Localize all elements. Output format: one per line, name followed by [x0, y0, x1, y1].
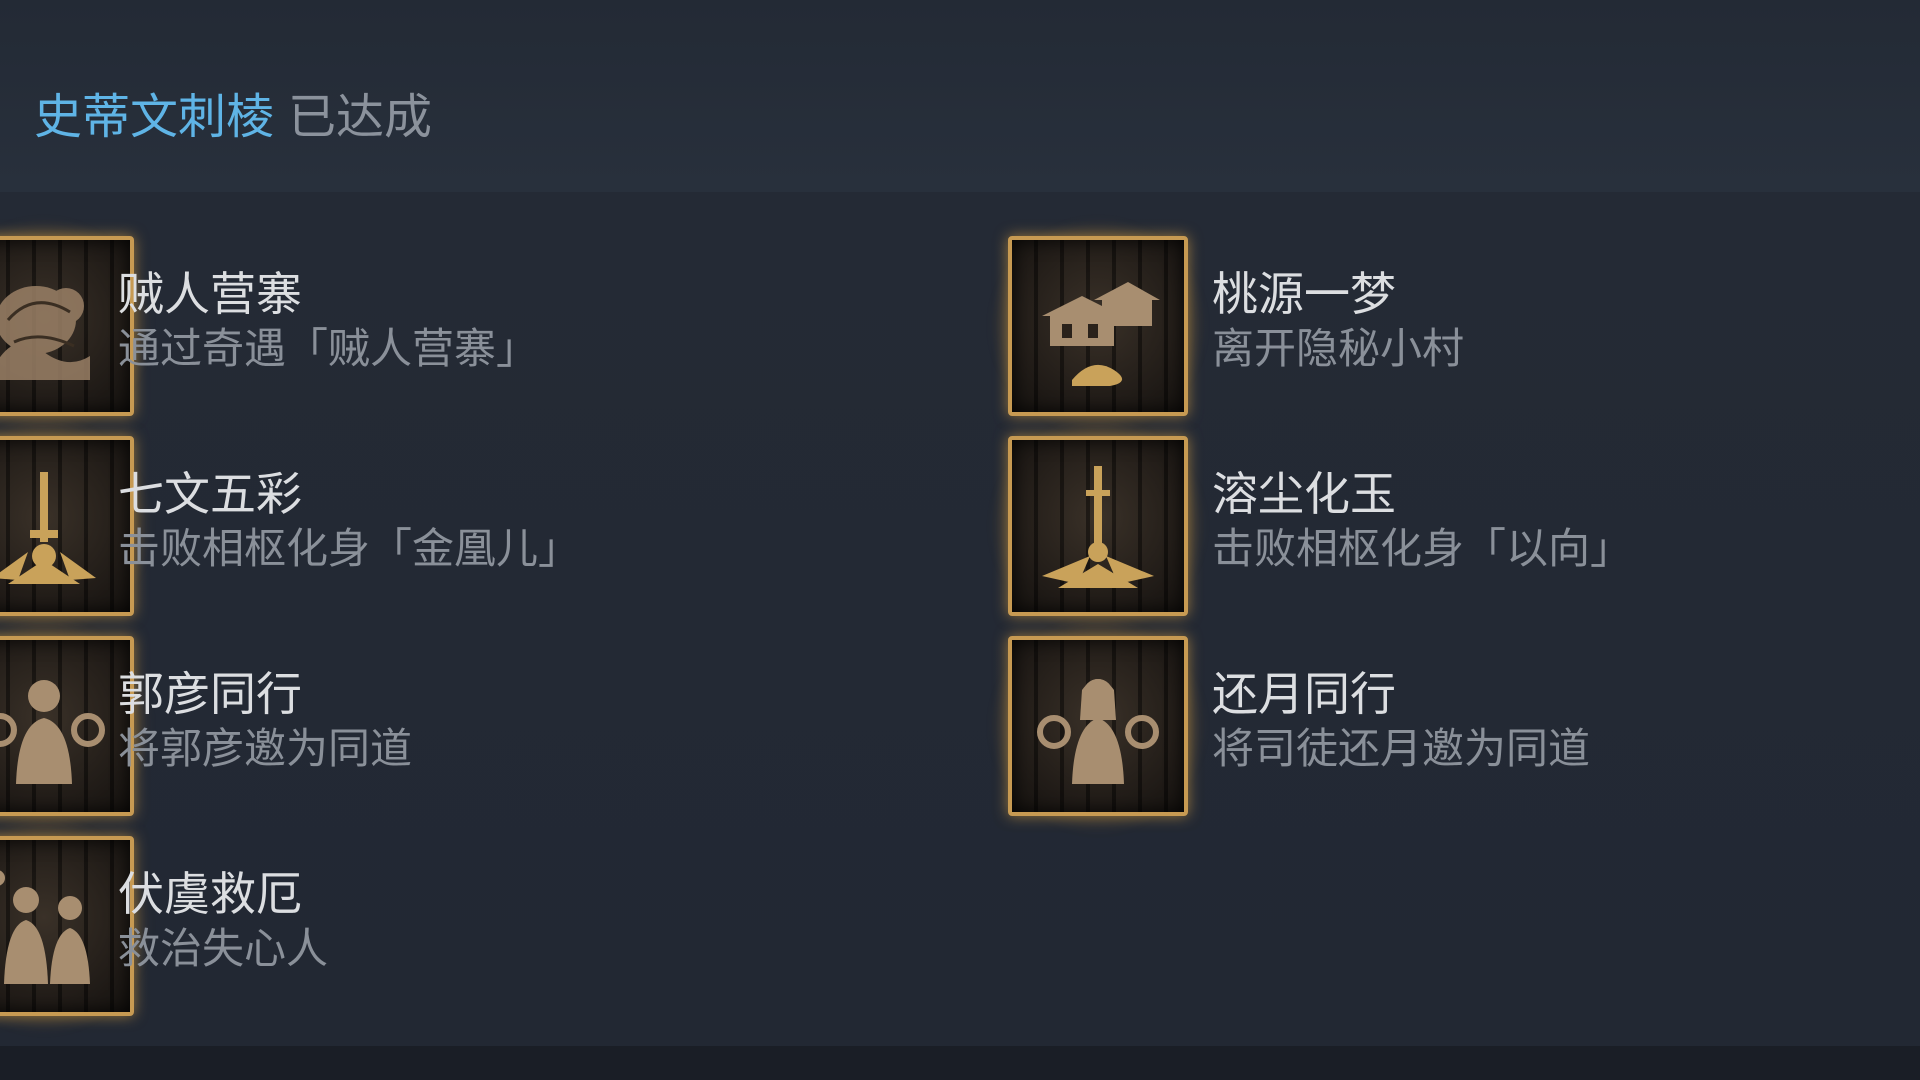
achievement-item[interactable]: 七文五彩 击败相枢化身「金凰儿」	[0, 410, 674, 642]
achievement-title: 七文五彩	[118, 467, 302, 521]
achievement-item[interactable]: 贼人营寨 通过奇遇「贼人营寨」	[0, 210, 674, 442]
achievement-title: 郭彦同行	[118, 667, 302, 721]
achievement-description: 击败相枢化身「金凰儿」	[118, 524, 581, 573]
achievement-description: 将司徒还月邀为同道	[1212, 724, 1591, 773]
achievement-title: 溶尘化玉	[1212, 467, 1396, 521]
achievement-description: 通过奇遇「贼人营寨」	[118, 324, 539, 373]
jade-sword-icon	[1008, 436, 1188, 616]
pagoda-village-icon	[1008, 236, 1188, 416]
achievement-item[interactable]: 郭彦同行 将郭彦邀为同道	[0, 610, 674, 842]
achievement-description: 救治失心人	[118, 924, 329, 973]
achievement-description: 将郭彦邀为同道	[118, 724, 413, 773]
achievement-header: 史蒂文刺棱 已达成	[34, 84, 432, 150]
achievement-item[interactable]: 桃源一梦 离开隐秘小村	[982, 210, 1768, 442]
companion-huan-yue-icon	[1008, 636, 1188, 816]
healer-figures-icon	[0, 836, 134, 1016]
achievement-item[interactable]: 还月同行 将司徒还月邀为同道	[982, 610, 1768, 842]
footer-band	[0, 1046, 1920, 1080]
achievement-title: 桃源一梦	[1212, 267, 1396, 321]
unlock-status-label: 已达成	[288, 89, 433, 145]
achievement-description: 离开隐秘小村	[1212, 324, 1465, 373]
achievement-title: 贼人营寨	[118, 267, 302, 321]
achievement-item[interactable]: 溶尘化玉 击败相枢化身「以向」	[982, 410, 1768, 642]
achievement-item[interactable]: 伏虞救厄 救治失心人	[0, 810, 674, 1042]
achievement-title: 还月同行	[1212, 667, 1396, 721]
ornate-sword-icon	[0, 436, 134, 616]
bandit-camp-icon	[0, 236, 134, 416]
achievement-title: 伏虞救厄	[118, 867, 302, 921]
companion-guo-yan-icon	[0, 636, 134, 816]
achievement-description: 击败相枢化身「以向」	[1212, 524, 1633, 573]
user-name-link[interactable]: 史蒂文刺棱	[34, 89, 274, 145]
